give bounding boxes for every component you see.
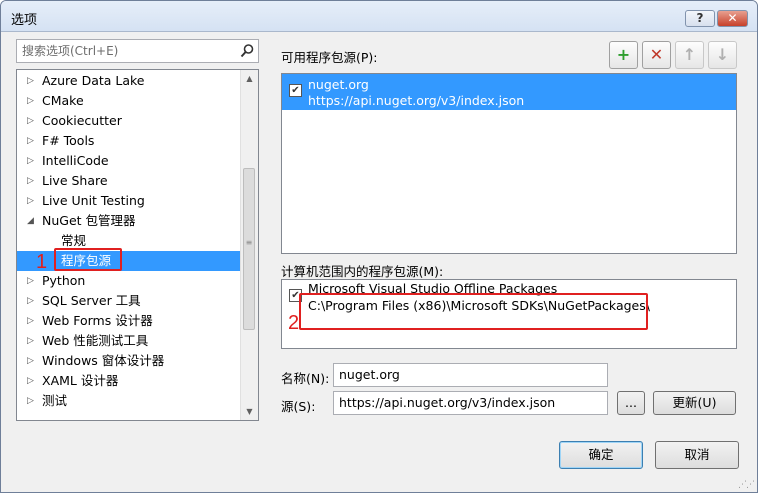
source-enabled-checkbox[interactable]: ✔ xyxy=(289,84,302,97)
scroll-up-arrow-icon[interactable]: ▲ xyxy=(241,70,258,87)
options-dialog: 选项 ? ✕ ▷ Azure Data Lake ▷ CMake ▷ Cookiecu… xyxy=(0,0,758,493)
expand-arrow-icon[interactable]: ▷ xyxy=(27,371,34,391)
tree-item-label: XAML 设计器 xyxy=(42,373,119,388)
tree-item-label: F# Tools xyxy=(42,133,95,148)
tree-item-label: Live Share xyxy=(42,173,108,188)
name-label: 名称(N): xyxy=(281,371,330,386)
search-icon[interactable] xyxy=(239,43,255,59)
tree-item-package-sources[interactable]: 程序包源 xyxy=(17,251,240,271)
tree-item-label: Live Unit Testing xyxy=(42,193,145,208)
plus-icon: + xyxy=(616,45,631,64)
available-sources-list[interactable]: ✔ nuget.org https://api.nuget.org/v3/ind… xyxy=(281,73,737,254)
add-source-button[interactable]: + xyxy=(609,41,638,69)
remove-source-button[interactable]: ✕ xyxy=(642,41,671,69)
source-url: https://api.nuget.org/v3/index.json xyxy=(308,93,525,108)
options-tree[interactable]: ▷ Azure Data Lake ▷ CMake ▷ Cookiecutter ▷ F… xyxy=(16,69,259,421)
expand-arrow-icon[interactable]: ▷ xyxy=(27,291,34,311)
expand-arrow-icon[interactable]: ▷ xyxy=(27,151,34,171)
expand-arrow-icon[interactable]: ▷ xyxy=(27,191,34,211)
expand-arrow-icon[interactable]: ▷ xyxy=(27,391,34,411)
source-item-nuget-org[interactable]: ✔ nuget.org https://api.nuget.org/v3/ind… xyxy=(282,74,736,110)
source-name: nuget.org xyxy=(308,77,369,92)
tree-item-label: 测试 xyxy=(42,393,68,408)
dialog-title: 选项 xyxy=(11,13,38,28)
tree-item-label: NuGet 包管理器 xyxy=(42,213,136,228)
tree-item-label: SQL Server 工具 xyxy=(42,293,141,308)
tree-item-label: Windows 窗体设计器 xyxy=(42,353,165,368)
collapse-arrow-icon[interactable]: ◢ xyxy=(27,211,34,231)
search-input[interactable] xyxy=(17,40,237,62)
expand-arrow-icon[interactable]: ▷ xyxy=(27,131,34,151)
annotation-box-1 xyxy=(54,248,122,271)
scroll-down-arrow-icon[interactable]: ▼ xyxy=(241,403,258,420)
expand-arrow-icon[interactable]: ▷ xyxy=(27,271,34,291)
close-button[interactable]: ✕ xyxy=(717,10,748,27)
annotation-number-1: 1 xyxy=(36,251,48,273)
tree-item-label: Azure Data Lake xyxy=(42,73,145,88)
search-box xyxy=(16,39,259,63)
ok-button[interactable]: 确定 xyxy=(559,441,643,469)
grip-icon: ≡ xyxy=(245,238,253,247)
annotation-number-2: 2 xyxy=(288,312,300,334)
arrow-up-icon: ↑ xyxy=(682,45,697,64)
expand-arrow-icon[interactable]: ▷ xyxy=(27,311,34,331)
move-up-button[interactable]: ↑ xyxy=(675,41,704,69)
move-down-button[interactable]: ↓ xyxy=(708,41,737,69)
tree-item-label: Web Forms 设计器 xyxy=(42,313,153,328)
annotation-box-2 xyxy=(299,293,648,330)
expand-arrow-icon[interactable]: ▷ xyxy=(27,91,34,111)
resize-grip-icon[interactable]: ⋰⋰ xyxy=(738,480,755,490)
remove-x-icon: ✕ xyxy=(649,45,664,64)
cancel-button[interactable]: 取消 xyxy=(655,441,739,469)
tree-scrollbar[interactable]: ▲ ≡ ▼ xyxy=(240,70,258,420)
browse-button[interactable]: ... xyxy=(617,391,645,415)
expand-arrow-icon[interactable]: ▷ xyxy=(27,331,34,351)
arrow-down-icon: ↓ xyxy=(715,45,730,64)
source-label: 源(S): xyxy=(281,399,316,414)
tree-item-label: CMake xyxy=(42,93,84,108)
expand-arrow-icon[interactable]: ▷ xyxy=(27,351,34,371)
tree-item-label: Web 性能测试工具 xyxy=(42,333,149,348)
expand-arrow-icon[interactable]: ▷ xyxy=(27,111,34,131)
update-button[interactable]: 更新(U) xyxy=(653,391,736,415)
help-button[interactable]: ? xyxy=(685,10,715,27)
tree-item-label: IntelliCode xyxy=(42,153,109,168)
source-field[interactable]: https://api.nuget.org/v3/index.json xyxy=(333,391,608,415)
expand-arrow-icon[interactable]: ▷ xyxy=(27,71,34,91)
tree-item-label: Cookiecutter xyxy=(42,113,122,128)
available-sources-label: 可用程序包源(P): xyxy=(281,50,378,65)
title-bar: 选项 ? ✕ xyxy=(1,1,757,32)
expand-arrow-icon[interactable]: ▷ xyxy=(27,171,34,191)
name-field[interactable]: nuget.org xyxy=(333,363,608,387)
machine-sources-label: 计算机范围内的程序包源(M): xyxy=(281,264,444,279)
tree-item-label: Python xyxy=(42,273,86,288)
scroll-thumb[interactable]: ≡ xyxy=(243,168,255,330)
